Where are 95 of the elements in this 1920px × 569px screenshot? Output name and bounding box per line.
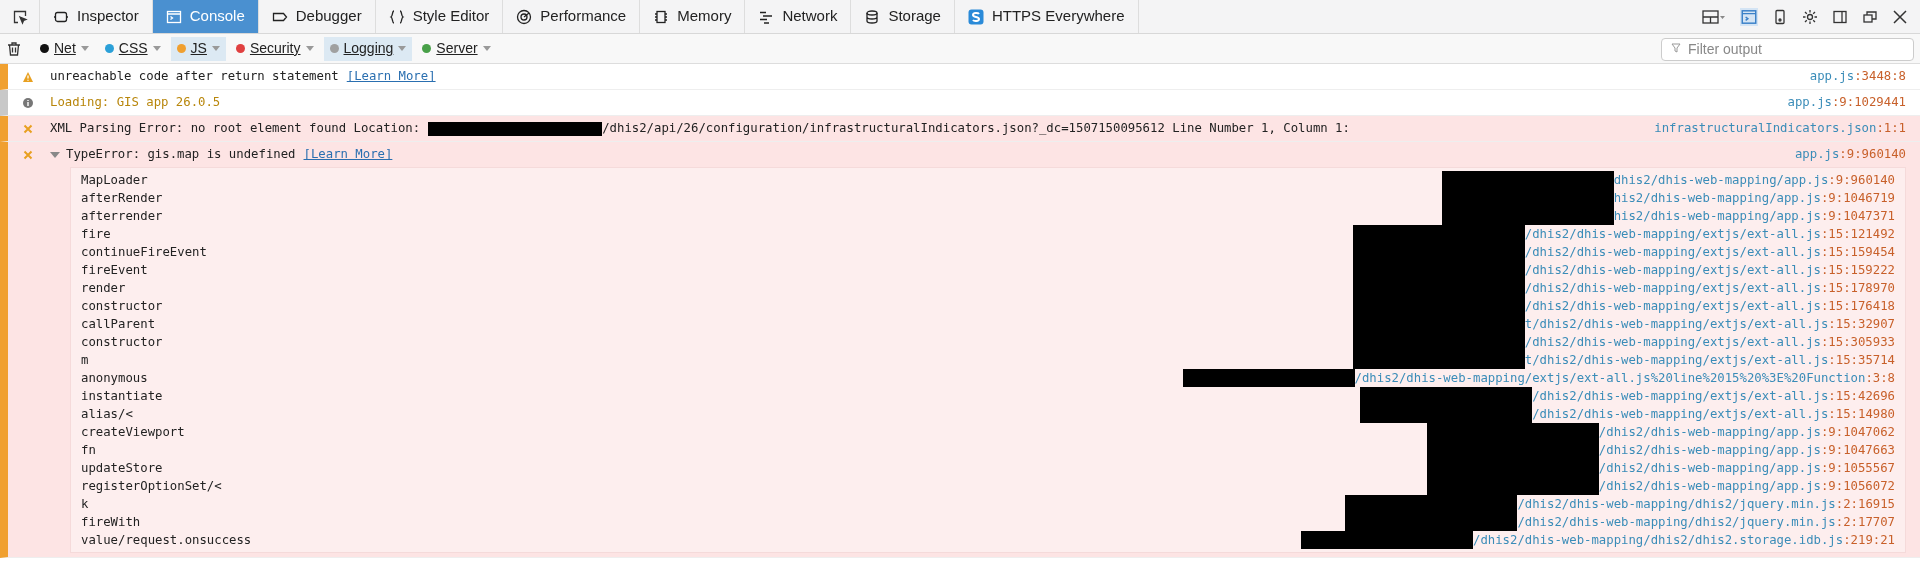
- close-icon[interactable]: [1892, 8, 1908, 25]
- caret-icon: [482, 46, 491, 51]
- stack-function-name: anonymous: [81, 369, 148, 387]
- learn-more-link[interactable]: [Learn More]: [346, 67, 436, 86]
- stack-source-link[interactable]: dhis2/dhis-web-mapping/app.js:9:960140: [1613, 170, 1895, 190]
- stack-source-link[interactable]: /dhis2/dhis-web-mapping/extjs/ext-all.js:15:42696: [1532, 386, 1895, 406]
- filter-button[interactable]: Security: [229, 36, 320, 61]
- stack-source-link[interactable]: /dhis2/dhis-web-mapping/dhis2/jquery.min.js:2:16915: [1517, 494, 1895, 514]
- stack-source-link[interactable]: /dhis2/dhis-web-mapping/extjs/ext-all.js:15:159454: [1524, 242, 1895, 262]
- learn-more-link[interactable]: [Learn More]: [303, 145, 393, 164]
- stack-function-name: m: [81, 351, 89, 369]
- gauge-icon: [516, 8, 533, 25]
- stack-source-link[interactable]: /dhis2/dhis-web-mapping/dhis2/jquery.min.js:2:17707: [1517, 512, 1895, 532]
- warning-icon: [22, 70, 34, 83]
- filter-button[interactable]: JS: [170, 36, 226, 61]
- trash-icon[interactable]: [6, 40, 22, 57]
- source-link[interactable]: app.js:9:960140: [1794, 145, 1906, 164]
- stack-function-name: value/request.onsuccess: [81, 531, 252, 549]
- windows-icon[interactable]: [1862, 8, 1878, 25]
- pick-element-icon: [11, 8, 28, 25]
- message-text: TypeError: gis.map is undefined: [66, 146, 296, 164]
- database-icon: [864, 8, 881, 25]
- stack-source-link[interactable]: /dhis2/dhis-web-mapping/extjs/ext-all.js:15:14980: [1532, 404, 1895, 424]
- source-link[interactable]: app.js:9:1029441: [1787, 93, 1906, 112]
- stack-function-name: fireEvent: [81, 261, 148, 279]
- source-link[interactable]: infrastructuralIndicators.json:1:1: [1654, 119, 1906, 138]
- filter-button[interactable]: Server: [416, 36, 497, 61]
- stack-function-name: alias/<: [81, 405, 133, 423]
- braces-icon: [388, 8, 405, 25]
- stack-function-name: fn: [81, 441, 96, 459]
- stack-function-name: fireWith: [81, 513, 141, 531]
- devtools-tab[interactable]: Console: [152, 0, 259, 33]
- stack-function-name: constructor: [81, 297, 163, 315]
- devtools-tab[interactable]: Network: [745, 0, 852, 33]
- stack-function-name: afterrender: [81, 207, 163, 225]
- stack-function-name: instantiate: [81, 387, 163, 405]
- stack-function-name: render: [81, 279, 126, 297]
- stack-function-name: registerOptionSet/<: [81, 477, 222, 495]
- message-text: Loading: GIS app 26.0.5: [50, 94, 221, 112]
- console-icon: [165, 8, 182, 25]
- devtools-tab[interactable]: Inspector: [40, 0, 153, 33]
- devtools-tab[interactable]: Style Editor: [375, 0, 504, 33]
- stack-source-link[interactable]: /dhis2/dhis-web-mapping/app.js:9:1047062: [1598, 422, 1895, 442]
- devtools-tab[interactable]: HTTPS Everywhere: [954, 0, 1139, 33]
- message-text: /dhis2/api/26/configuration/infrastructuralIndicators.json?_dc=1507150095612 Line Number 1, Column 1:: [602, 120, 1350, 138]
- stack-source-link[interactable]: t/dhis2/dhis-web-mapping/extjs/ext-all.js:15:35714: [1524, 350, 1895, 370]
- stack-function-name: fire: [81, 225, 111, 243]
- phone-icon[interactable]: [1772, 8, 1788, 25]
- caret-icon: [152, 46, 161, 51]
- filter-button[interactable]: Net: [34, 36, 95, 61]
- chip-icon: [653, 8, 670, 25]
- error-icon: [22, 148, 34, 161]
- stack-function-name: k: [81, 495, 89, 513]
- stack-function-name: createViewport: [81, 423, 185, 441]
- filter-button[interactable]: Logging: [323, 36, 413, 61]
- split-console-icon[interactable]: [1740, 7, 1758, 26]
- stack-function-name: callParent: [81, 315, 156, 333]
- filter-button[interactable]: CSS: [98, 36, 167, 61]
- devtools-tab[interactable]: Performance: [503, 0, 641, 33]
- stack-source-link[interactable]: /dhis2/dhis-web-mapping/extjs/ext-all.js%20line%2015%20%3E%20Function:3:8: [1354, 368, 1895, 388]
- caret-icon: [80, 46, 89, 51]
- message-text: unreachable code after return statement: [50, 68, 339, 86]
- devtools-tab[interactable]: Debugger: [258, 0, 376, 33]
- stack-source-link[interactable]: /dhis2/dhis-web-mapping/dhis2/dhis2.storage.idb.js:219:21: [1473, 530, 1895, 550]
- stack-source-link[interactable]: t/dhis2/dhis-web-mapping/extjs/ext-all.js:15:32907: [1524, 314, 1895, 334]
- funnel-icon: [1671, 43, 1681, 53]
- stack-function-name: constructor: [81, 333, 163, 351]
- stack-source-link[interactable]: /dhis2/dhis-web-mapping/app.js:9:1047663: [1598, 440, 1895, 460]
- stack-source-link[interactable]: /dhis2/dhis-web-mapping/extjs/ext-all.js:15:121492: [1524, 224, 1895, 244]
- stack-function-name: updateStore: [81, 459, 163, 477]
- stack-source-link[interactable]: /dhis2/dhis-web-mapping/extjs/ext-all.js:15:305933: [1524, 332, 1895, 352]
- settings-icon[interactable]: [1802, 8, 1818, 25]
- info-icon: [22, 96, 34, 109]
- stack-source-link[interactable]: /dhis2/dhis-web-mapping/extjs/ext-all.js:15:178970: [1524, 278, 1895, 298]
- devtools-tab[interactable]: Storage: [851, 0, 955, 33]
- stack-function-name: MapLoader: [81, 171, 148, 189]
- devtools-tab[interactable]: Memory: [640, 0, 746, 33]
- disclosure-triangle-icon[interactable]: [50, 149, 60, 160]
- layout-menu-icon[interactable]: [1702, 8, 1726, 25]
- error-icon: [22, 122, 34, 135]
- caret-icon: [305, 46, 314, 51]
- stack-source-link[interactable]: his2/dhis-web-mapping/app.js:9:1047371: [1613, 206, 1895, 226]
- stack-function-name: afterRender: [81, 189, 163, 207]
- caret-icon: [398, 46, 407, 51]
- stack-function-name: continueFireEvent: [81, 243, 207, 261]
- stack-source-link[interactable]: /dhis2/dhis-web-mapping/app.js:9:1056072: [1598, 476, 1895, 496]
- source-link[interactable]: app.js:3448:8: [1809, 67, 1906, 86]
- caret-icon: [211, 46, 220, 51]
- stack-source-link[interactable]: his2/dhis-web-mapping/app.js:9:1046719: [1613, 188, 1895, 208]
- filter-field[interactable]: Filter output: [1661, 37, 1914, 61]
- stack-source-link[interactable]: /dhis2/dhis-web-mapping/app.js:9:1055567: [1598, 458, 1895, 478]
- stack-source-link[interactable]: /dhis2/dhis-web-mapping/extjs/ext-all.js:15:159222: [1524, 260, 1895, 280]
- dock-side-icon[interactable]: [1832, 8, 1848, 25]
- message-text: XML Parsing Error: no root element found Location:: [50, 120, 421, 138]
- stack-source-link[interactable]: /dhis2/dhis-web-mapping/extjs/ext-all.js:15:176418: [1524, 296, 1895, 316]
